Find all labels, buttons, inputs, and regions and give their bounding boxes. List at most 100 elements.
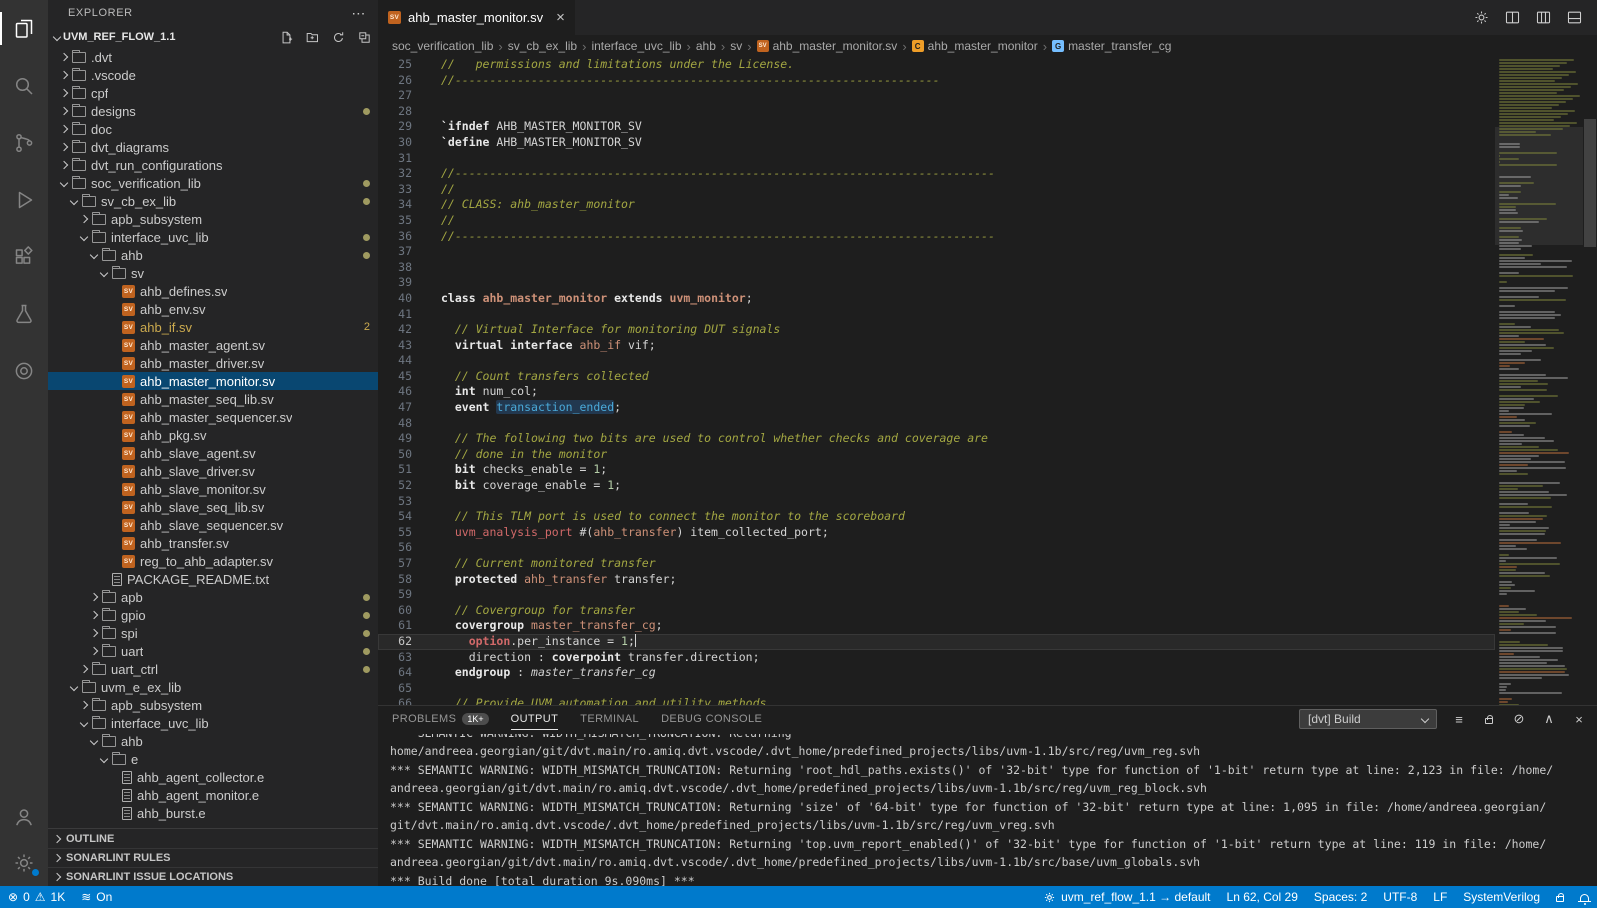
panel-tab-problems[interactable]: PROBLEMS1K+ (392, 706, 489, 732)
chevron-icon[interactable] (60, 107, 68, 115)
chevron-icon[interactable] (90, 251, 98, 259)
line-number[interactable]: 48 (378, 416, 412, 432)
split-editor-icon[interactable] (1504, 9, 1521, 26)
chevron-right-icon[interactable] (86, 594, 102, 600)
minimap[interactable] (1495, 57, 1583, 705)
tree-item-PACKAGE_README.txt[interactable]: PACKAGE_README.txt (48, 570, 378, 588)
new-folder-icon[interactable] (304, 29, 320, 45)
chevron-down-icon[interactable] (96, 270, 112, 276)
line-number[interactable]: 38 (378, 260, 412, 276)
tree-item-ahb_slave_driver.sv[interactable]: SVahb_slave_driver.sv (48, 462, 378, 480)
tree-item-ahb_slave_sequencer.sv[interactable]: SVahb_slave_sequencer.sv (48, 516, 378, 534)
code-line[interactable]: 31 (378, 151, 1495, 167)
line-number[interactable]: 43 (378, 338, 412, 354)
panel-tab-debug-console[interactable]: DEBUG CONSOLE (661, 706, 762, 732)
chevron-down-icon[interactable] (53, 33, 61, 41)
code-line[interactable]: 37 (378, 244, 1495, 260)
code-line[interactable]: 46 int num_col; (378, 384, 1495, 400)
refresh-icon[interactable] (330, 29, 346, 45)
chevron-icon[interactable] (60, 179, 68, 187)
lock-icon[interactable] (1481, 715, 1497, 724)
gear-icon[interactable] (1473, 9, 1490, 26)
line-number[interactable]: 60 (378, 603, 412, 619)
breadcrumb-item-soc_verification_lib[interactable]: soc_verification_lib (392, 39, 493, 53)
code-line[interactable]: 50 // done in the monitor (378, 447, 1495, 463)
line-number[interactable]: 34 (378, 197, 412, 213)
chevron-icon[interactable] (60, 53, 68, 61)
workspace-trust-status[interactable] (1548, 886, 1572, 908)
line-number[interactable]: 46 (378, 384, 412, 400)
breadcrumb-item-sv[interactable]: sv (730, 39, 742, 53)
account-icon[interactable] (0, 794, 48, 840)
line-number[interactable]: 41 (378, 307, 412, 323)
line-number[interactable]: 44 (378, 353, 412, 369)
output-console[interactable]: *** SEMANTIC WARNING: WIDTH_MISMATCH_TRU… (378, 732, 1597, 886)
chevron-down-icon[interactable] (86, 738, 102, 744)
chevron-down-icon[interactable] (66, 198, 82, 204)
tree-item-designs[interactable]: designs (48, 102, 378, 120)
tree-item-ahb_master_agent.sv[interactable]: SVahb_master_agent.sv (48, 336, 378, 354)
code-line[interactable]: 48 (378, 416, 1495, 432)
line-number[interactable]: 25 (378, 57, 412, 73)
code-line[interactable]: 36//------------------------------------… (378, 229, 1495, 245)
chevron-right-icon[interactable] (86, 630, 102, 636)
breadcrumb-item-ahb[interactable]: ahb (696, 39, 716, 53)
tree-item-.vscode[interactable]: .vscode (48, 66, 378, 84)
chevron-right-icon[interactable] (56, 144, 72, 150)
tree-item-dvt_diagrams[interactable]: dvt_diagrams (48, 138, 378, 156)
code-line[interactable]: 52 bit coverage_enable = 1; (378, 478, 1495, 494)
settings-icon[interactable] (0, 840, 48, 886)
tree-item-uart_ctrl[interactable]: uart_ctrl (48, 660, 378, 678)
code-line[interactable]: 45 // Count transfers collected (378, 369, 1495, 385)
chevron-right-icon[interactable] (56, 162, 72, 168)
code-line[interactable]: 63 direction : coverpoint transfer.direc… (378, 650, 1495, 666)
code-line[interactable]: 56 (378, 540, 1495, 556)
code-line[interactable]: 33// (378, 182, 1495, 198)
code-line[interactable]: 27 (378, 88, 1495, 104)
code-line[interactable]: 44 (378, 353, 1495, 369)
tree-item-ahb_slave_monitor.sv[interactable]: SVahb_slave_monitor.sv (48, 480, 378, 498)
language-status[interactable]: SystemVerilog (1455, 886, 1548, 908)
vertical-scrollbar[interactable] (1583, 57, 1597, 705)
line-number[interactable]: 42 (378, 322, 412, 338)
chevron-icon[interactable] (70, 197, 78, 205)
code-line[interactable]: 30`define AHB_MASTER_MONITOR_SV (378, 135, 1495, 151)
line-number[interactable]: 47 (378, 400, 412, 416)
tree-item-interface_uvc_lib[interactable]: interface_uvc_lib (48, 228, 378, 246)
tab-ahb-master-monitor[interactable]: SV ahb_master_monitor.sv × (378, 0, 575, 35)
tree-item-gpio[interactable]: gpio (48, 606, 378, 624)
sidebar-section-sonarlint-rules[interactable]: SONARLINT RULES (48, 848, 378, 867)
tree-item-sv[interactable]: sv (48, 264, 378, 282)
code-line[interactable]: 25// permissions and limitations under t… (378, 57, 1495, 73)
line-number[interactable]: 62 (378, 634, 412, 650)
chevron-right-icon[interactable] (56, 126, 72, 132)
line-number[interactable]: 65 (378, 681, 412, 697)
breadcrumb-item-interface_uvc_lib[interactable]: interface_uvc_lib (591, 39, 681, 53)
line-number[interactable]: 30 (378, 135, 412, 151)
code-line[interactable]: 39 (378, 275, 1495, 291)
line-number[interactable]: 36 (378, 229, 412, 245)
tree-item-ahb_master_driver.sv[interactable]: SVahb_master_driver.sv (48, 354, 378, 372)
chevron-down-icon[interactable] (76, 720, 92, 726)
sidebar-section-outline[interactable]: OUTLINE (48, 829, 378, 848)
line-number[interactable]: 56 (378, 540, 412, 556)
code-line[interactable]: 53 (378, 494, 1495, 510)
code-line[interactable]: 43 virtual interface ahb_if vif; (378, 338, 1495, 354)
line-number[interactable]: 66 (378, 696, 412, 705)
line-number[interactable]: 55 (378, 525, 412, 541)
eol-status[interactable]: LF (1425, 886, 1455, 908)
cursor-position-status[interactable]: Ln 62, Col 29 (1219, 886, 1306, 908)
panel-tab-output[interactable]: OUTPUT (511, 706, 559, 732)
tree-item-ahb_slave_agent.sv[interactable]: SVahb_slave_agent.sv (48, 444, 378, 462)
tree-item-ahb_master_monitor.sv[interactable]: SVahb_master_monitor.sv (48, 372, 378, 390)
code-line[interactable]: 60 // Covergroup for transfer (378, 603, 1495, 619)
code-line[interactable]: 38 (378, 260, 1495, 276)
more-actions-icon[interactable]: ⋯ (351, 5, 366, 22)
tree-item-ahb_agent_collector.e[interactable]: ahb_agent_collector.e (48, 768, 378, 786)
tree-item-apb[interactable]: apb (48, 588, 378, 606)
tree-item-ahb_master_seq_lib.sv[interactable]: SVahb_master_seq_lib.sv (48, 390, 378, 408)
code-area[interactable]: 25// permissions and limitations under t… (378, 57, 1495, 705)
tree-item-ahb_agent_monitor.e[interactable]: ahb_agent_monitor.e (48, 786, 378, 804)
breadcrumb-item-ahb_master_monitor[interactable]: Cahb_master_monitor (912, 39, 1038, 53)
chevron-icon[interactable] (90, 737, 98, 745)
